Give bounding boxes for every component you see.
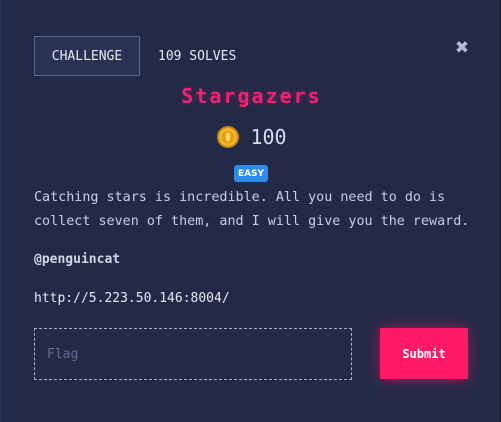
coin-icon	[217, 126, 240, 148]
challenge-author: @penguincat	[34, 252, 121, 267]
challenge-link[interactable]: http://5.223.50.146:8004/	[34, 291, 230, 306]
page-backdrop: CHALLENGE 109 SOLVES ✖ Stargazers 100 EA…	[0, 0, 501, 422]
challenge-points: 100	[1, 124, 501, 150]
difficulty-badge: EASY	[234, 165, 268, 182]
challenge-description: Catching stars is incredible. All you ne…	[34, 190, 470, 229]
tab-solves[interactable]: 109 SOLVES	[158, 36, 236, 76]
points-value: 100	[250, 125, 287, 149]
flag-input[interactable]	[34, 328, 352, 380]
tab-challenge[interactable]: CHALLENGE	[34, 36, 140, 76]
submit-button[interactable]: Submit	[380, 328, 468, 379]
close-icon[interactable]: ✖	[452, 38, 472, 58]
challenge-modal: CHALLENGE 109 SOLVES ✖ Stargazers 100 EA…	[0, 0, 501, 422]
challenge-title: Stargazers	[181, 84, 322, 108]
